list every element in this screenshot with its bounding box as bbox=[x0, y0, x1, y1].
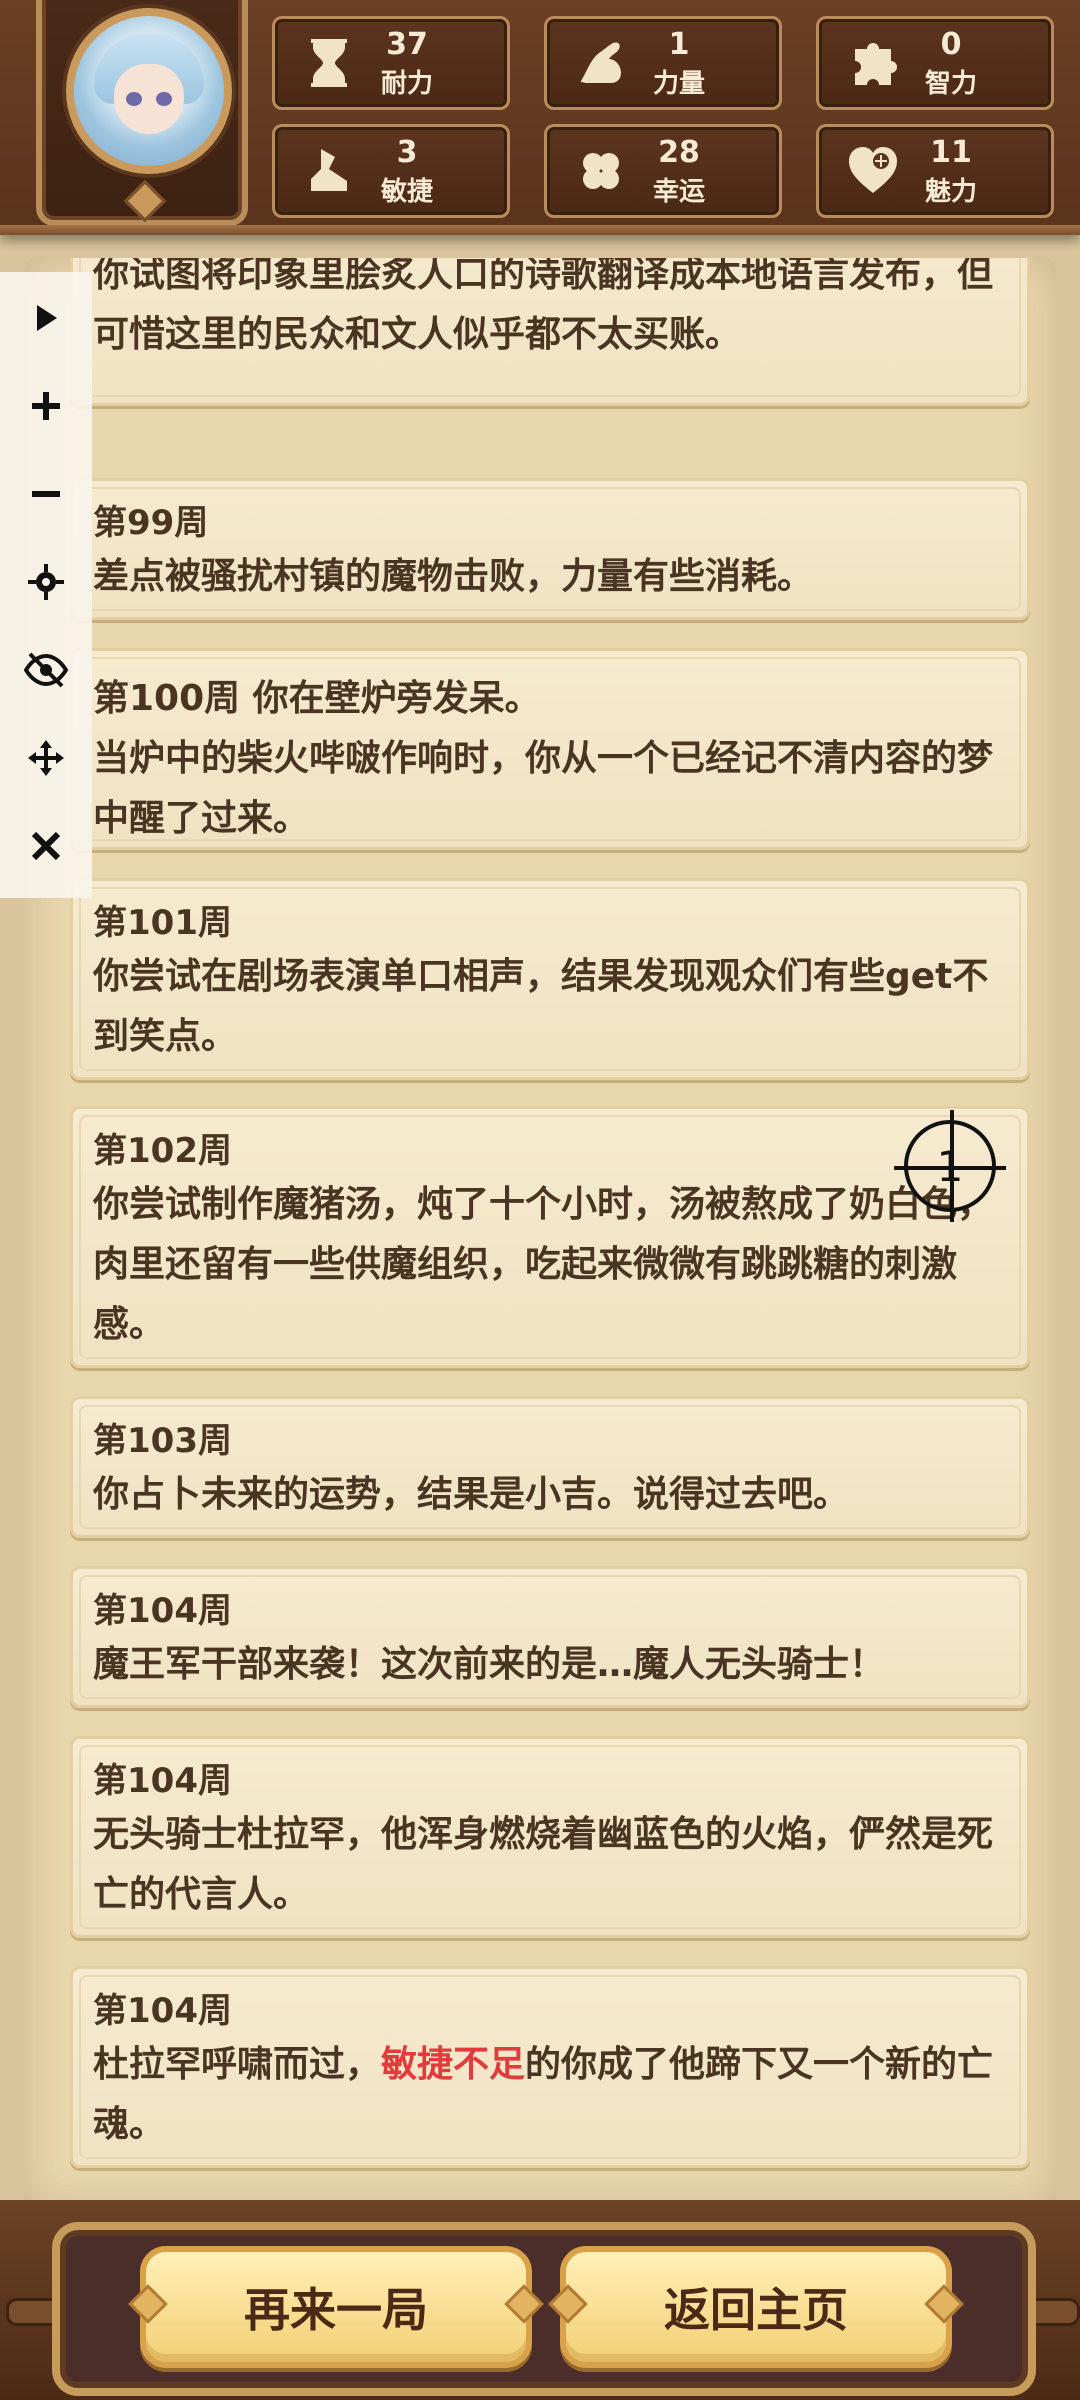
event-week: 第104周 bbox=[93, 1591, 232, 1631]
side-toolbar bbox=[0, 272, 92, 898]
event-text: 你占卜未来的运势，结果是小吉。说得过去吧。 bbox=[93, 1474, 850, 1515]
event-text: 你尝试制作魔猪汤，炖了十个小时，汤被熬成了奶白色，肉里还留有一些供魔组织，吃起来… bbox=[93, 1184, 994, 1345]
highlight-text: 敏捷不足 bbox=[381, 2044, 526, 2085]
event-text: 当炉中的柴火哔啵作响时，你从一个已经记不清内容的梦中醒了过来。 bbox=[93, 738, 994, 839]
event-week: 第101周 bbox=[93, 903, 232, 943]
replay-button-label: 再来一局 bbox=[244, 2283, 428, 2337]
event-text: 杜拉罕呼啸而过，敏捷不足的你成了他蹄下又一个新的亡魂。 bbox=[93, 2035, 1007, 2155]
move-icon[interactable] bbox=[18, 730, 74, 786]
avatar-face bbox=[114, 64, 184, 134]
stat-charm: 11 魅力 bbox=[816, 124, 1054, 218]
event-card: 第100周 你在壁炉旁发呆。 当炉中的柴火哔啵作响时，你从一个已经记不清内容的梦… bbox=[70, 648, 1030, 850]
player-avatar-frame[interactable] bbox=[36, 0, 248, 226]
event-text: 你试图将印象里脍炙人口的诗歌翻译成本地语言发布，但可惜这里的民众和文人似乎都不太… bbox=[93, 258, 994, 355]
stat-intelligence-value: 0 bbox=[940, 27, 962, 62]
event-card: 第101周 你尝试在剧场表演单口相声，结果发现观众们有些get不到笑点。 bbox=[70, 878, 1030, 1080]
stat-intelligence: 0 智力 bbox=[816, 16, 1054, 110]
event-week: 第99周 bbox=[93, 503, 209, 543]
event-text: 你尝试在剧场表演单口相声，结果发现观众们有些get不到笑点。 bbox=[93, 956, 989, 1057]
crosshair-target-icon: 1 bbox=[894, 1110, 1006, 1222]
stat-strength-value: 1 bbox=[668, 27, 690, 62]
event-week: 第102周 bbox=[93, 1131, 232, 1171]
stat-intelligence-label: 智力 bbox=[924, 69, 977, 99]
stat-endurance-label: 耐力 bbox=[380, 69, 433, 99]
event-card: 第99周 差点被骚扰村镇的魔物击败，力量有些消耗。 bbox=[70, 478, 1030, 620]
event-card: 第102周 你尝试制作魔猪汤，炖了十个小时，汤被熬成了奶白色，肉里还留有一些供魔… bbox=[70, 1106, 1030, 1368]
event-week: 第103周 bbox=[93, 1421, 232, 1461]
replay-button[interactable]: 再来一局 bbox=[128, 2246, 544, 2368]
event-card: 第103周 你占卜未来的运势，结果是小吉。说得过去吧。 bbox=[70, 1396, 1030, 1538]
bottom-action-bar: 再来一局 返回主页 bbox=[0, 2200, 1080, 2400]
event-card: 第104周 杜拉罕呼啸而过，敏捷不足的你成了他蹄下又一个新的亡魂。 bbox=[70, 1966, 1030, 2168]
avatar bbox=[66, 8, 232, 174]
plus-icon[interactable] bbox=[18, 378, 74, 434]
close-icon[interactable] bbox=[18, 818, 74, 874]
event-text: 魔王军干部来袭！这次前来的是…魔人无头骑士！ bbox=[93, 1644, 886, 1685]
event-card: 第104周 魔王军干部来袭！这次前来的是…魔人无头骑士！ bbox=[70, 1566, 1030, 1708]
event-card: 第104周 无头骑士杜拉罕，他浑身燃烧着幽蓝色的火焰，俨然是死亡的代言人。 bbox=[70, 1736, 1030, 1938]
return-home-button-label: 返回主页 bbox=[664, 2283, 848, 2337]
event-text: 无头骑士杜拉罕，他浑身燃烧着幽蓝色的火焰，俨然是死亡的代言人。 bbox=[93, 1814, 994, 1915]
stat-agility-label: 敏捷 bbox=[380, 177, 433, 207]
stat-endurance-value: 37 bbox=[386, 27, 428, 62]
event-text-part: 杜拉罕呼啸而过， bbox=[93, 2044, 382, 2085]
avatar-eye-right bbox=[156, 92, 172, 106]
stat-strength-label: 力量 bbox=[652, 69, 705, 99]
stat-charm-value: 11 bbox=[930, 135, 972, 170]
stat-luck-label: 幸运 bbox=[652, 177, 705, 207]
stat-agility-value: 3 bbox=[396, 135, 418, 170]
top-stats-bar: 37 耐力 1 力量 0 智力 3 敏捷 28 幸运 11 魅力 bbox=[0, 0, 1080, 235]
event-week: 第104周 bbox=[93, 1761, 232, 1801]
stat-charm-label: 魅力 bbox=[924, 177, 977, 207]
stat-endurance: 37 耐力 bbox=[272, 16, 510, 110]
minus-icon[interactable] bbox=[18, 466, 74, 522]
event-week: 第104周 bbox=[93, 1991, 232, 2031]
play-icon[interactable] bbox=[18, 290, 74, 346]
stat-strength: 1 力量 bbox=[544, 16, 782, 110]
event-log[interactable]: 你试图将印象里脍炙人口的诗歌翻译成本地语言发布，但可惜这里的民众和文人似乎都不太… bbox=[24, 258, 1056, 2208]
gear-icon[interactable] bbox=[18, 554, 74, 610]
stat-luck: 28 幸运 bbox=[544, 124, 782, 218]
event-week: 第100周 你在壁炉旁发呆。 bbox=[93, 678, 541, 719]
event-text: 差点被骚扰村镇的魔物击败，力量有些消耗。 bbox=[93, 556, 814, 597]
eye-off-icon[interactable] bbox=[18, 642, 74, 698]
stat-luck-value: 28 bbox=[658, 135, 700, 170]
stat-agility: 3 敏捷 bbox=[272, 124, 510, 218]
avatar-eye-left bbox=[126, 92, 142, 106]
return-home-button[interactable]: 返回主页 bbox=[548, 2246, 964, 2368]
event-card: 你试图将印象里脍炙人口的诗歌翻译成本地语言发布，但可惜这里的民众和文人似乎都不太… bbox=[70, 258, 1030, 406]
avatar-badge bbox=[123, 179, 167, 223]
crosshair-number: 1 bbox=[936, 1141, 964, 1191]
